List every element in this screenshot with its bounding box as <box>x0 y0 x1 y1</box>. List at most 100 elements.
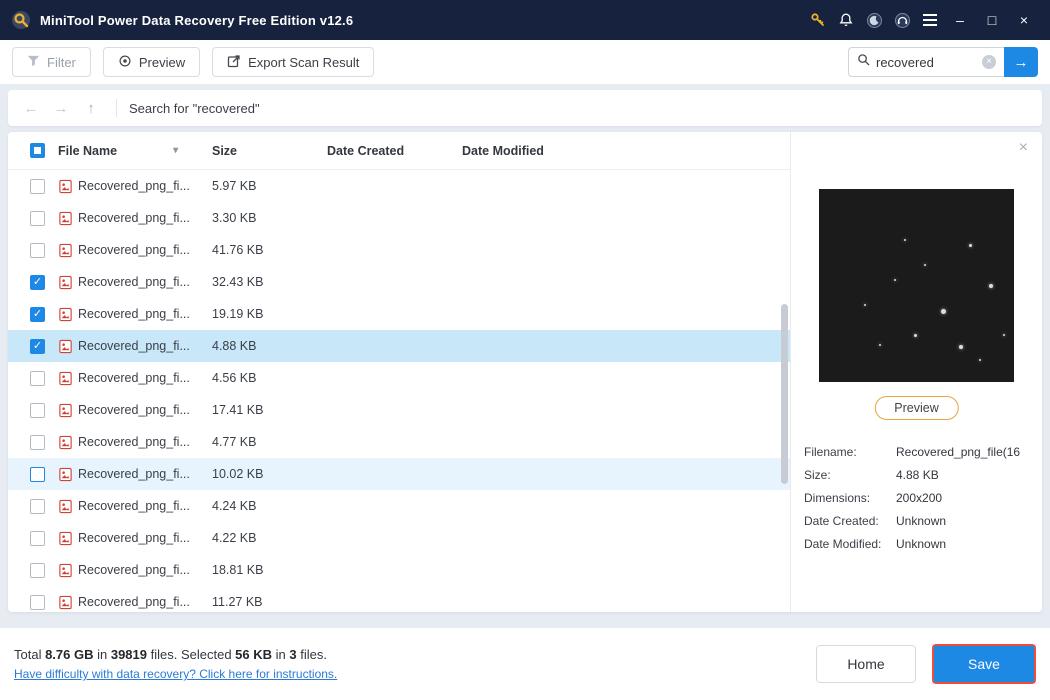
file-name: Recovered_png_fi... <box>78 435 190 449</box>
file-name: Recovered_png_fi... <box>78 371 190 385</box>
table-row[interactable]: ✓ Recovered_png_fi... 4.56 KB <box>8 362 790 394</box>
up-button[interactable]: ↑ <box>78 100 104 117</box>
help-link[interactable]: Have difficulty with data recovery? Clic… <box>14 667 337 681</box>
export-scan-result-button[interactable]: Export Scan Result <box>212 47 375 77</box>
column-header-size[interactable]: Size <box>212 144 327 158</box>
row-checkbox[interactable]: ✓ <box>30 498 45 514</box>
file-size: 17.41 KB <box>212 403 264 417</box>
file-size: 4.88 KB <box>212 339 257 353</box>
preview-image-button[interactable]: Preview <box>874 396 959 420</box>
license-key-icon[interactable] <box>804 6 832 34</box>
info-label: Date Modified: <box>804 536 882 551</box>
table-row[interactable]: ✓ Recovered_png_fi... 3.30 KB <box>8 202 790 234</box>
titlebar: MiniTool Power Data Recovery Free Editio… <box>0 0 1050 40</box>
search-input[interactable] <box>876 54 976 70</box>
table-row[interactable]: ✓ Recovered_png_fi... 5.97 KB <box>8 170 790 202</box>
preview-info-list: Filename: Recovered_png_file(16 Size: 4.… <box>804 440 1038 555</box>
image-file-icon <box>58 467 78 482</box>
table-row[interactable]: ✓ Recovered_png_fi... 11.27 KB <box>8 586 790 612</box>
image-file-icon <box>58 563 78 578</box>
column-header-date-modified[interactable]: Date Modified <box>462 144 776 158</box>
file-name: Recovered_png_fi... <box>78 467 190 481</box>
table-row[interactable]: ✓ Recovered_png_fi... 19.19 KB <box>8 298 790 330</box>
file-name: Recovered_png_fi... <box>78 499 190 513</box>
info-value: Unknown <box>896 536 947 551</box>
file-size: 4.56 KB <box>212 371 257 385</box>
forward-button[interactable]: → <box>48 100 74 117</box>
row-checkbox[interactable]: ✓ <box>30 210 45 226</box>
file-name: Recovered_png_fi... <box>78 179 190 193</box>
table-row[interactable]: ✓ Recovered_png_fi... 18.81 KB <box>8 554 790 586</box>
preview-panel: × Preview Filename: Recovered_png_file(1… <box>790 132 1042 612</box>
theme-icon[interactable] <box>860 6 888 34</box>
scrollbar-thumb[interactable] <box>781 304 788 484</box>
info-label: Filename: <box>804 444 857 459</box>
image-file-icon <box>58 531 78 546</box>
row-checkbox[interactable]: ✓ <box>30 274 45 290</box>
row-checkbox[interactable]: ✓ <box>30 306 45 322</box>
row-checkbox[interactable]: ✓ <box>30 338 45 354</box>
file-list-area: File Name ▾ Size Date Created Date Modif… <box>8 132 790 612</box>
summary-segment: 3 <box>289 647 297 662</box>
navigation-bar: ← → ↑ Search for "recovered" <box>8 90 1042 126</box>
summary-segment: in <box>93 647 111 662</box>
maximize-button[interactable]: □ <box>976 6 1008 34</box>
app-logo-icon <box>10 9 32 31</box>
image-file-icon <box>58 243 78 258</box>
close-button[interactable]: × <box>1008 6 1040 34</box>
row-checkbox[interactable]: ✓ <box>30 370 45 386</box>
filter-button[interactable]: Filter <box>12 47 91 77</box>
notifications-bell-icon[interactable] <box>832 6 860 34</box>
file-name: Recovered_png_fi... <box>78 275 190 289</box>
table-row[interactable]: ✓ Recovered_png_fi... 4.88 KB <box>8 330 790 362</box>
preview-thumbnail <box>819 189 1014 382</box>
file-name: Recovered_png_fi... <box>78 243 190 257</box>
table-row[interactable]: ✓ Recovered_png_fi... 32.43 KB <box>8 266 790 298</box>
column-header-file-name[interactable]: File Name <box>58 144 117 158</box>
summary-segment: in <box>272 647 290 662</box>
clear-search-icon[interactable]: × <box>982 55 996 69</box>
row-checkbox[interactable]: ✓ <box>30 594 45 610</box>
table-row[interactable]: ✓ Recovered_png_fi... 4.77 KB <box>8 426 790 458</box>
row-checkbox[interactable]: ✓ <box>30 178 45 194</box>
row-checkbox[interactable]: ✓ <box>30 434 45 450</box>
table-row[interactable]: ✓ Recovered_png_fi... 10.02 KB <box>8 458 790 490</box>
file-size: 3.30 KB <box>212 211 257 225</box>
table-row[interactable]: ✓ Recovered_png_fi... 17.41 KB <box>8 394 790 426</box>
preview-toggle-button[interactable]: Preview <box>102 47 201 77</box>
save-button[interactable]: Save <box>932 644 1036 684</box>
image-file-icon <box>58 339 78 354</box>
back-button[interactable]: ← <box>18 100 44 117</box>
column-header-date-created[interactable]: Date Created <box>327 144 462 158</box>
nav-divider <box>116 99 117 117</box>
row-checkbox[interactable]: ✓ <box>30 402 45 418</box>
table-row[interactable]: ✓ Recovered_png_fi... 4.22 KB <box>8 522 790 554</box>
menu-icon[interactable] <box>916 6 944 34</box>
table-row[interactable]: ✓ Recovered_png_fi... 41.76 KB <box>8 234 790 266</box>
preview-info-row: Filename: Recovered_png_file(16 <box>804 440 1038 463</box>
minimize-button[interactable]: – <box>944 6 976 34</box>
home-button[interactable]: Home <box>816 645 916 683</box>
support-headset-icon[interactable] <box>888 6 916 34</box>
file-list: ✓ Recovered_png_fi... 5.97 KB ✓ Recovere… <box>8 170 790 612</box>
image-file-icon <box>58 307 78 322</box>
filter-icon <box>27 54 40 70</box>
export-button-label: Export Scan Result <box>248 54 360 70</box>
file-size: 32.43 KB <box>212 275 264 289</box>
file-size: 19.19 KB <box>212 307 264 321</box>
row-checkbox[interactable]: ✓ <box>30 242 45 258</box>
info-value: Unknown <box>896 513 947 528</box>
row-checkbox[interactable]: ✓ <box>30 562 45 578</box>
main-panel: File Name ▾ Size Date Created Date Modif… <box>8 132 1042 612</box>
preview-info-row: Size: 4.88 KB <box>804 463 1038 486</box>
search-go-button[interactable]: → <box>1004 47 1038 77</box>
table-row[interactable]: ✓ Recovered_png_fi... 4.24 KB <box>8 490 790 522</box>
file-size: 4.22 KB <box>212 531 257 545</box>
close-preview-icon[interactable]: × <box>1019 140 1028 156</box>
select-all-checkbox[interactable] <box>30 143 45 158</box>
image-file-icon <box>58 499 78 514</box>
row-checkbox[interactable]: ✓ <box>30 530 45 546</box>
preview-button-label: Preview <box>138 54 186 70</box>
sort-dropdown-icon[interactable]: ▾ <box>173 145 178 156</box>
row-checkbox[interactable]: ✓ <box>30 466 45 482</box>
